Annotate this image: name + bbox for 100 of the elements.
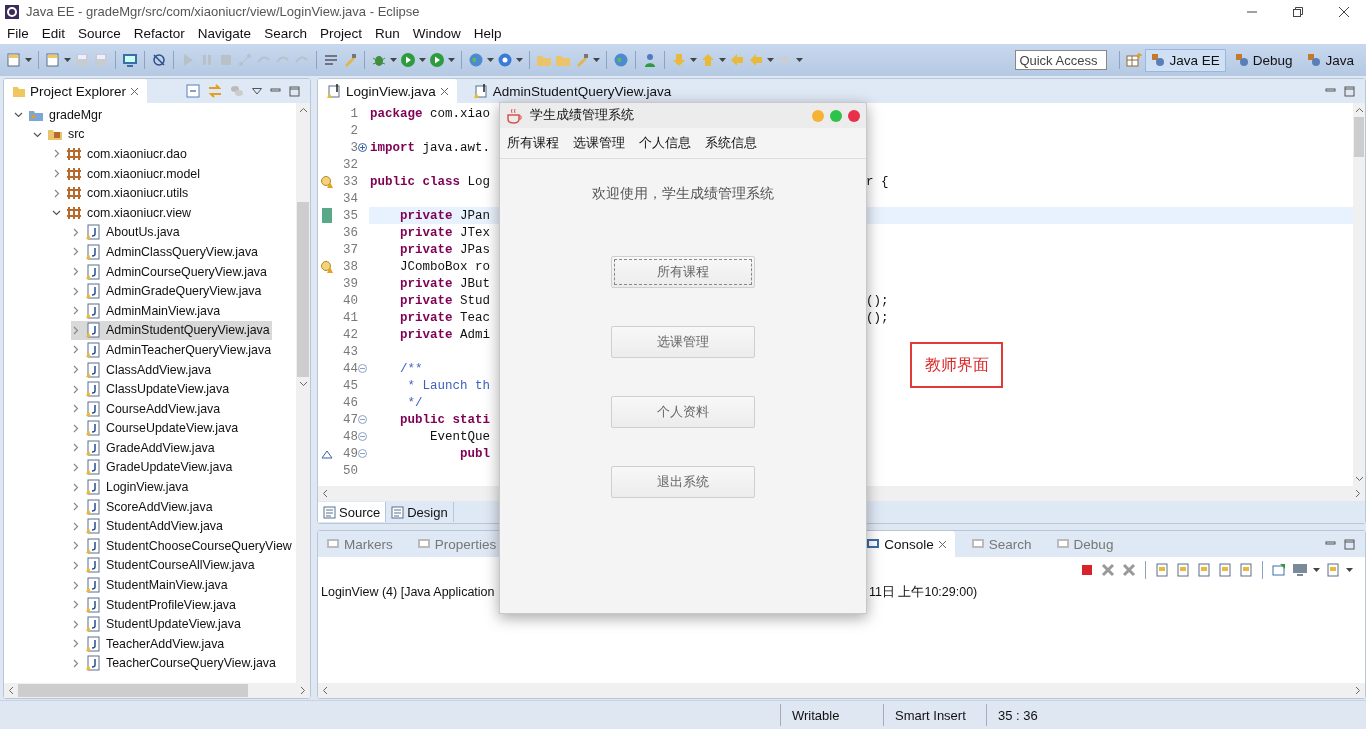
close-icon[interactable] [130, 86, 140, 96]
menu-button[interactable]: 选课管理 [611, 326, 755, 358]
run-icon[interactable] [400, 52, 416, 68]
quick-access-field[interactable]: Quick Access [1015, 50, 1108, 70]
collapse-fold-icon[interactable] [358, 364, 367, 373]
menu-item[interactable]: Run [374, 26, 400, 41]
caret-icon[interactable] [64, 57, 71, 63]
perspective-button[interactable]: Debug [1228, 48, 1299, 72]
monitor-icon[interactable] [122, 52, 138, 68]
monitor-icon[interactable] [1292, 562, 1308, 578]
chevron-left-icon[interactable] [322, 686, 328, 695]
new-document-icon[interactable] [45, 52, 61, 68]
tree-item[interactable]: StudentCourseAllView.java [71, 555, 257, 576]
chevron-right-icon[interactable] [71, 325, 80, 335]
chevron-right-icon[interactable] [71, 306, 80, 316]
chevron-left-icon[interactable] [8, 686, 14, 695]
chevron-right-icon[interactable] [71, 521, 80, 531]
remove-icon[interactable] [1121, 562, 1137, 578]
tree-item[interactable]: com.xiaoniucr.utils [52, 183, 191, 203]
chevron-right-icon[interactable] [71, 502, 80, 512]
caret-icon[interactable] [719, 57, 726, 63]
chevron-right-icon[interactable] [71, 580, 80, 590]
horizontal-scrollbar[interactable] [318, 683, 1365, 698]
chevron-right-icon[interactable] [52, 188, 61, 198]
tree-item[interactable]: StudentUpdateView.java [71, 614, 243, 635]
perspective-button[interactable]: Java [1301, 48, 1360, 72]
chevron-right-icon[interactable] [71, 365, 80, 374]
chevron-right-icon[interactable] [71, 404, 80, 414]
menu-button[interactable]: 退出系统 [611, 466, 755, 498]
scroll-thumb[interactable] [1354, 117, 1364, 157]
tree-item[interactable]: StudentProfileView.java [71, 594, 238, 615]
menu-item[interactable]: 选课管理 [573, 134, 625, 152]
vertical-scrollbar[interactable] [296, 103, 310, 683]
view-tab[interactable]: Debug [1047, 531, 1122, 557]
chevron-down-icon[interactable] [52, 208, 61, 218]
view-tab[interactable]: Properties [408, 531, 505, 557]
chevron-down-icon[interactable] [14, 110, 23, 120]
tree-item[interactable]: GradeAddView.java [71, 438, 217, 458]
editor-tab[interactable]: AdminStudentQueryView.java [464, 79, 680, 103]
caret-icon[interactable] [390, 57, 397, 63]
caret-icon[interactable] [796, 57, 803, 63]
tree-item[interactable]: ClassAddView.java [71, 359, 214, 380]
menu-item[interactable]: 系统信息 [705, 134, 757, 152]
chevron-right-icon[interactable] [71, 600, 80, 610]
maximize-icon[interactable] [1344, 85, 1355, 97]
remove-icon[interactable] [1100, 562, 1116, 578]
tree-item[interactable]: ScoreAddView.java [71, 496, 215, 517]
perspective-button[interactable]: Java EE [1145, 48, 1226, 72]
tree-item[interactable]: TeacherCourseQueryView.java [71, 653, 278, 674]
warning-bulb-icon[interactable] [320, 259, 334, 274]
tree-item[interactable]: CourseAddView.java [71, 398, 223, 419]
globe-icon[interactable] [613, 52, 629, 68]
tree-item[interactable]: AdminTeacherQueryView.java [71, 340, 274, 360]
caret-icon[interactable] [25, 57, 32, 63]
tree-item[interactable]: StudentChooseCourseQueryView [71, 536, 294, 556]
caret-icon[interactable] [1346, 567, 1353, 573]
tree-item[interactable]: GradeUpdateView.java [71, 457, 235, 478]
chevron-left-icon[interactable] [322, 489, 328, 498]
caret-icon[interactable] [767, 57, 774, 63]
chevron-right-icon[interactable] [71, 247, 80, 257]
chevron-right-icon[interactable] [71, 658, 80, 668]
tree-item[interactable]: TeacherAddView.java [71, 634, 227, 654]
tree-item[interactable]: gradeMgr [14, 105, 105, 125]
menu-button[interactable]: 个人资料 [611, 396, 755, 428]
caret-icon[interactable] [487, 57, 494, 63]
nodes-icon[interactable] [237, 52, 253, 68]
collapse-all-icon[interactable] [186, 84, 200, 98]
tree-item[interactable]: StudentMainView.java [71, 575, 230, 595]
menu-item[interactable]: Project [319, 26, 362, 41]
chevron-right-icon[interactable] [71, 443, 80, 453]
caret-icon[interactable] [448, 57, 455, 63]
scroll-thumb[interactable] [297, 202, 309, 377]
new-document-icon[interactable] [6, 52, 22, 68]
restore-icon[interactable] [1292, 5, 1304, 18]
view-tab[interactable]: Search [962, 531, 1040, 557]
menu-item[interactable]: 所有课程 [507, 134, 559, 152]
tree-item[interactable]: StudentAddView.java [71, 516, 225, 537]
maximize-icon[interactable] [289, 85, 300, 97]
menu-item[interactable]: File [7, 26, 29, 41]
chevron-up-icon[interactable] [298, 107, 308, 113]
open-perspective-icon[interactable] [1126, 52, 1143, 68]
caret-icon[interactable] [1313, 567, 1320, 573]
tree-item[interactable]: com.xiaoniucr.dao [52, 144, 189, 164]
document-icon[interactable] [1217, 562, 1233, 578]
chevron-up-icon[interactable] [1354, 107, 1364, 113]
collapse-fold-icon[interactable] [358, 449, 367, 458]
menu-item[interactable]: Navigate [197, 26, 252, 41]
tree-item[interactable]: src [33, 124, 87, 145]
horizontal-scrollbar[interactable] [4, 683, 310, 698]
person-icon[interactable] [642, 52, 658, 68]
tree-item[interactable]: AboutUs.java [71, 222, 182, 243]
view-tab[interactable]: Project Explorer [4, 79, 148, 103]
chevron-right-icon[interactable] [71, 286, 80, 296]
tree-item[interactable]: CourseUpdateView.java [71, 418, 241, 439]
caret-icon[interactable] [516, 57, 523, 63]
menu-item[interactable]: Help [473, 26, 502, 41]
document-icon[interactable] [1196, 562, 1212, 578]
lines-icon[interactable] [323, 52, 339, 68]
menu-item[interactable]: Edit [41, 26, 66, 41]
chevron-right-icon[interactable] [71, 482, 80, 492]
